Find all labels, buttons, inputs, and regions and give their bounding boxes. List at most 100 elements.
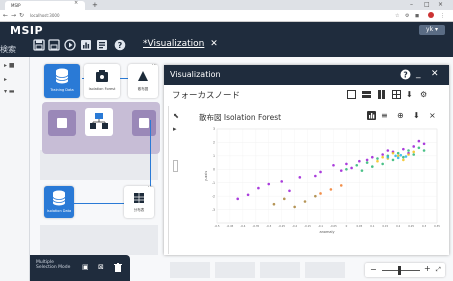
- canvas-grid-cell: [260, 262, 300, 278]
- minimize-icon[interactable]: –: [410, 0, 413, 10]
- save-as-icon[interactable]: [48, 39, 60, 51]
- layout-rows-icon[interactable]: [362, 90, 371, 101]
- scatter-point: [272, 202, 276, 206]
- scatter-point: [394, 154, 397, 158]
- reload-icon[interactable]: ↻: [19, 12, 24, 20]
- node-menu-icon[interactable]: ···: [148, 184, 153, 190]
- scatter-point: [381, 162, 384, 166]
- svg-text:?: ?: [403, 71, 407, 80]
- svg-text:?: ?: [118, 41, 123, 50]
- back-icon[interactable]: ←: [3, 12, 8, 20]
- scatter-point: [345, 162, 348, 166]
- model-icon: [96, 70, 108, 82]
- tree-toggle-icon[interactable]: ▾ ▬: [4, 88, 15, 95]
- x-axis-label: anomaly: [319, 230, 334, 234]
- scatter-plot[interactable]: 3210-1-2-3 -0.5 -0.45 -0.4 -0.35 -0.3 -0.25 -0…: [203, 125, 443, 237]
- close-plot-icon[interactable]: ×: [429, 111, 436, 120]
- group-node[interactable]: [85, 108, 113, 136]
- browser-tab[interactable]: MSIP: [5, 1, 85, 10]
- add-icon[interactable]: ⊕: [397, 111, 404, 120]
- new-tab-icon[interactable]: +: [92, 0, 98, 10]
- scatter-point: [303, 200, 307, 203]
- node-table[interactable]: 分布表: [124, 186, 154, 218]
- scatter-point: [381, 153, 384, 156]
- canvas-grid-cell: [215, 262, 255, 278]
- scatter-point: [358, 159, 361, 163]
- x-tick-label: -0.5: [214, 224, 219, 228]
- menu-icon[interactable]: ⋮: [440, 12, 445, 20]
- ungroup-icon[interactable]: ⊠: [98, 263, 104, 271]
- window-close-icon[interactable]: ×: [438, 0, 443, 10]
- extension-icon[interactable]: ⚙: [405, 12, 409, 20]
- node-isolation-forest[interactable]: Isolation Forest: [84, 64, 120, 98]
- data-table-icon[interactable]: [96, 39, 108, 51]
- zoom-out-icon[interactable]: −: [370, 266, 377, 274]
- delete-icon[interactable]: [114, 263, 122, 274]
- extension-icon[interactable]: ◼: [415, 12, 419, 20]
- help-icon[interactable]: ?: [114, 39, 126, 51]
- group-node[interactable]: [48, 110, 76, 136]
- x-tick-label: 0.3: [422, 224, 426, 228]
- close-panel-icon[interactable]: ✕: [431, 69, 439, 80]
- layout-grid-icon[interactable]: [392, 90, 401, 101]
- zoom-slider-handle[interactable]: [398, 266, 401, 275]
- scatter-point: [365, 158, 369, 162]
- zoom-in-icon[interactable]: +: [424, 265, 431, 273]
- chart-type-icon[interactable]: [367, 111, 376, 122]
- x-tick-label: 0.1: [370, 224, 374, 228]
- legend-icon[interactable]: ≡: [381, 111, 388, 120]
- x-tick-label: -0.2: [292, 224, 297, 228]
- zoom-slider[interactable]: [382, 270, 420, 271]
- extension-icon[interactable]: ☆: [395, 12, 399, 20]
- tree-toggle-icon[interactable]: ▸: [4, 76, 7, 83]
- layout-single-icon[interactable]: [347, 90, 356, 101]
- focus-node-label: フォーカスノード: [172, 91, 241, 101]
- file-tab[interactable]: *Visualization ✕: [143, 39, 218, 49]
- save-icon[interactable]: [33, 39, 45, 51]
- node-menu-icon[interactable]: ···: [152, 62, 157, 68]
- y-tick-label: -3: [212, 208, 215, 212]
- node-isolation-data[interactable]: Isolation Data: [44, 186, 74, 218]
- node-label: 分布表: [133, 208, 145, 212]
- x-tick-label: 0: [346, 224, 348, 228]
- node-scatter[interactable]: 散布図: [128, 64, 158, 98]
- cursor-icon[interactable]: ⬉: [173, 112, 179, 120]
- profile-icon[interactable]: [428, 12, 434, 21]
- minimize-panel-icon[interactable]: _: [416, 69, 421, 80]
- panel-resize-handle[interactable]: [173, 160, 178, 172]
- y-axis-label: y-axis: [204, 171, 208, 181]
- file-close-icon[interactable]: ✕: [210, 39, 218, 49]
- selection-mode-label: Multiple Selection Mode: [36, 260, 71, 270]
- maximize-icon[interactable]: □: [424, 0, 430, 10]
- scatter-point: [396, 151, 400, 155]
- tab-close-icon[interactable]: ×: [74, 0, 78, 6]
- x-tick-label: 0.05: [356, 224, 362, 228]
- run-icon[interactable]: [64, 39, 76, 51]
- fit-icon[interactable]: ⤢: [436, 266, 441, 274]
- scatter-point: [267, 182, 271, 186]
- node-label: Training Data: [50, 88, 74, 92]
- node-training-data[interactable]: Training Data: [44, 64, 80, 98]
- collapse-icon[interactable]: ▸: [173, 125, 177, 133]
- url-field[interactable]: localhost:3000: [30, 12, 390, 20]
- chart-icon[interactable]: [80, 39, 92, 51]
- user-menu[interactable]: yk ▾: [419, 25, 445, 35]
- layout-cols-icon[interactable]: [377, 90, 386, 101]
- forward-icon[interactable]: →: [11, 12, 16, 20]
- scatter-point: [355, 163, 359, 167]
- edge: [120, 78, 128, 79]
- scatter-point: [399, 153, 403, 157]
- plot-title: 散布図 Isolation Forest: [199, 113, 282, 122]
- group-icon[interactable]: ▣: [82, 263, 89, 271]
- settings-icon[interactable]: ⚙: [420, 90, 427, 99]
- y-tick-label: -1: [212, 181, 215, 185]
- tree-toggle-icon[interactable]: ▸ ■: [4, 62, 15, 69]
- group-node[interactable]: [132, 110, 156, 136]
- download-icon[interactable]: ⬇: [406, 90, 413, 99]
- help-icon[interactable]: ?: [400, 69, 411, 84]
- download-icon[interactable]: ⬇: [413, 111, 420, 120]
- y-tick-label: -2: [212, 194, 215, 198]
- scatter-point: [404, 155, 408, 158]
- scatter-point: [386, 149, 390, 152]
- table-node-icon: [134, 193, 144, 203]
